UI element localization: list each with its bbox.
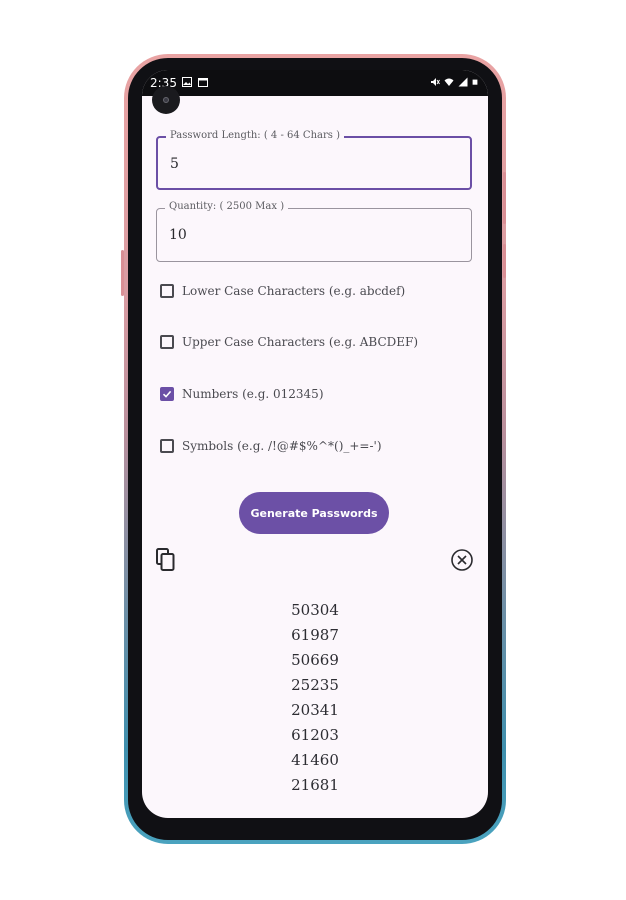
camera-cutout bbox=[152, 86, 180, 114]
password-item: 61987 bbox=[291, 626, 339, 644]
option-lowercase[interactable]: Lower Case Characters (e.g. abcdef) bbox=[160, 279, 405, 303]
status-left-icons bbox=[182, 77, 208, 87]
power-button bbox=[503, 244, 506, 278]
password-length-value: 5 bbox=[170, 156, 179, 172]
password-item: 61203 bbox=[291, 726, 339, 744]
password-item: 50304 bbox=[291, 601, 339, 619]
password-item: 21681 bbox=[291, 776, 339, 794]
close-circle-icon[interactable] bbox=[450, 548, 474, 572]
battery-icon bbox=[472, 79, 478, 85]
check-icon bbox=[162, 390, 172, 398]
uppercase-checkbox[interactable] bbox=[160, 335, 174, 349]
status-right-icons bbox=[430, 77, 478, 87]
symbols-label: Symbols (e.g. /!@#$%^*()_+=-') bbox=[182, 439, 382, 453]
calendar-icon bbox=[198, 78, 208, 87]
volume-button bbox=[503, 172, 506, 224]
app-screen: 2:35 Password Length: (4 - 64 Chars) 5… bbox=[142, 70, 488, 818]
quantity-label: Quantity: ( 2500 Max ) bbox=[165, 201, 289, 212]
numbers-label: Numbers (e.g. 012345) bbox=[182, 387, 324, 401]
bixby-button bbox=[121, 250, 124, 296]
signal-icon bbox=[458, 77, 468, 87]
lowercase-label: Lower Case Characters (e.g. abcdef) bbox=[182, 284, 406, 298]
symbols-checkbox[interactable] bbox=[160, 439, 174, 453]
generate-passwords-button[interactable]: Generate Passwords bbox=[239, 492, 389, 534]
numbers-checkbox[interactable] bbox=[160, 387, 174, 401]
wifi-icon bbox=[444, 78, 454, 86]
password-item: 41460 bbox=[291, 751, 339, 769]
stage: 2:35 Password Length: (4 - 64 Chars) 5… bbox=[0, 0, 626, 900]
copy-icon[interactable] bbox=[156, 548, 176, 572]
password-length-field[interactable]: Password Length: ( 4 - 64 Chars ) 5 bbox=[156, 130, 472, 190]
password-item: 50669 bbox=[291, 651, 339, 669]
option-numbers[interactable]: Numbers (e.g. 012345) bbox=[160, 382, 324, 406]
option-uppercase[interactable]: Upper Case Characters (e.g. ABCDEF) bbox=[160, 330, 418, 354]
mute-icon bbox=[431, 78, 440, 86]
quantity-value: 10 bbox=[169, 227, 187, 243]
quantity-field[interactable]: Quantity: ( 2500 Max ) 10 bbox=[156, 201, 472, 262]
lowercase-checkbox[interactable] bbox=[160, 284, 174, 298]
password-item: 20341 bbox=[291, 701, 339, 719]
uppercase-label: Upper Case Characters (e.g. ABCDEF) bbox=[182, 335, 419, 349]
option-symbols[interactable]: Symbols (e.g. /!@#$%^*()_+=-') bbox=[160, 434, 382, 458]
image-icon bbox=[182, 77, 192, 87]
password-length-label: Password Length: ( 4 - 64 Chars ) bbox=[166, 130, 344, 141]
password-list: 50304 61987 50669 25235 20341 61203 4146… bbox=[142, 598, 488, 798]
password-item: 25235 bbox=[291, 676, 339, 694]
status-bar: 2:35 bbox=[142, 70, 488, 96]
camera-lens bbox=[163, 97, 169, 103]
